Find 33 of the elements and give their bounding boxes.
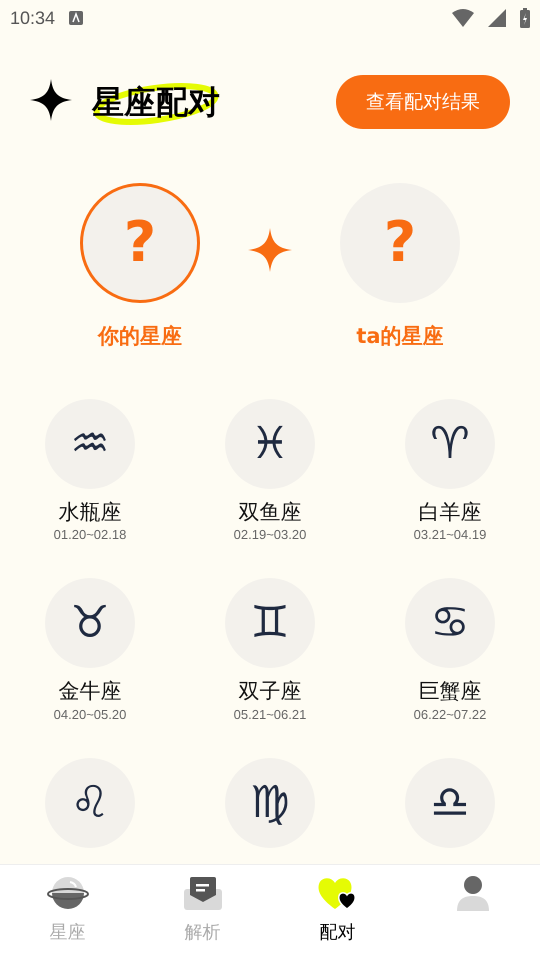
zodiac-name: 双鱼座 bbox=[238, 498, 302, 525]
zodiac-button[interactable]: ♒ bbox=[45, 398, 135, 488]
nav-tab[interactable]: 配对 bbox=[270, 865, 405, 960]
zodiac-button[interactable]: ♈ bbox=[405, 398, 495, 488]
battery-icon bbox=[520, 8, 530, 28]
zodiac-button[interactable]: ♊ bbox=[225, 578, 315, 668]
zodiac-button[interactable]: ♓ bbox=[225, 398, 315, 488]
wifi-icon bbox=[452, 9, 474, 27]
zodiac-dates: 06.22~07.22 bbox=[414, 706, 486, 724]
zodiac-button[interactable]: ♉ bbox=[45, 578, 135, 668]
zodiac-button[interactable]: ♋ bbox=[405, 578, 495, 668]
notification-icon bbox=[69, 11, 84, 25]
zodiac-name: 金牛座 bbox=[58, 678, 122, 704]
sparkle-icon bbox=[248, 228, 292, 272]
zodiac-name: 水瓶座 bbox=[58, 498, 122, 525]
signal-icon bbox=[488, 9, 506, 27]
picker-label: 你的星座 bbox=[98, 323, 182, 350]
planet-icon bbox=[46, 875, 90, 911]
zodiac-dates: 02.19~03.20 bbox=[234, 526, 306, 544]
zodiac-name: 双子座 bbox=[238, 678, 302, 704]
zodiac-dates: 01.20~02.18 bbox=[54, 526, 126, 544]
zodiac-button[interactable]: ♍ bbox=[225, 758, 315, 848]
zodiac-button[interactable]: ♎ bbox=[405, 758, 495, 848]
zodiac-name: 白羊座 bbox=[418, 498, 482, 525]
picker-label: ta的星座 bbox=[356, 323, 444, 350]
zodiac-name: 巨蟹座 bbox=[418, 678, 482, 704]
message-envelope-icon bbox=[182, 875, 222, 911]
zodiac-button[interactable]: ♌ bbox=[45, 758, 135, 848]
sparkle-icon bbox=[30, 79, 72, 121]
status-time: 10:34 bbox=[10, 6, 56, 30]
zodiac-dates: 04.20~05.20 bbox=[54, 706, 126, 724]
zodiac-dates: 05.21~06.21 bbox=[234, 706, 306, 724]
zodiac-dates: 03.21~04.19 bbox=[414, 526, 486, 544]
